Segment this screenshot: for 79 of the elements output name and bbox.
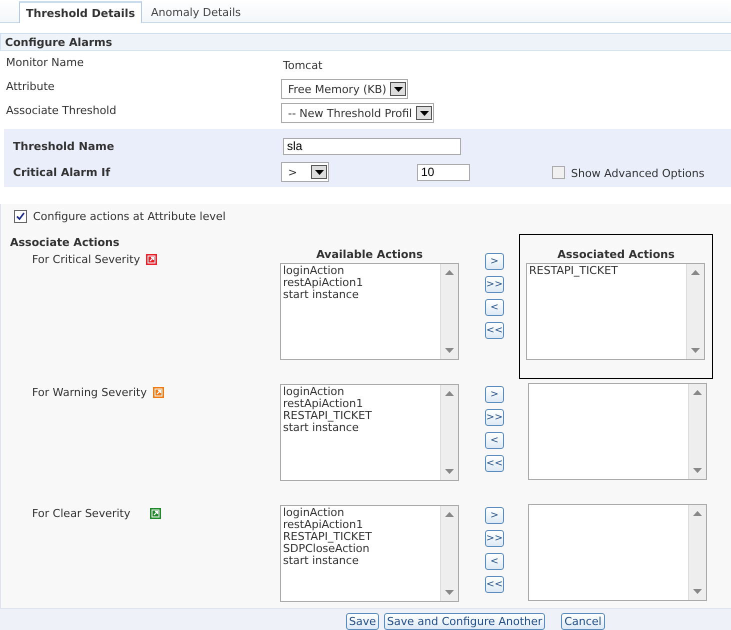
severity-label: For Warning Severity — [32, 386, 147, 399]
scrollbar[interactable] — [440, 506, 458, 601]
move-button[interactable]: << — [485, 576, 504, 593]
move-button[interactable]: > — [485, 507, 504, 524]
field-label: Critical Alarm If — [13, 166, 112, 178]
field-label: Threshold Name — [13, 140, 116, 152]
column-heading: Available Actions — [315, 249, 424, 261]
list-option[interactable]: loginAction — [283, 386, 438, 398]
list-option[interactable]: RESTAPI_TICKET — [529, 265, 684, 277]
associated-actions-list[interactable]: RESTAPI_TICKET — [526, 263, 705, 360]
list-option[interactable]: start instance — [283, 289, 438, 301]
severity-label: For Critical Severity — [32, 253, 140, 266]
tab[interactable]: Threshold Details — [19, 1, 142, 23]
available-actions-list[interactable]: loginAction restApiAction1 RESTAPI_TICKET start instance — [280, 384, 459, 481]
scroll-down-icon[interactable] — [445, 469, 454, 474]
dropdown[interactable]: > — [281, 162, 329, 182]
scroll-up-icon[interactable] — [445, 391, 454, 396]
checkbox-label: Configure actions at Attribute level — [33, 210, 226, 223]
list-option[interactable]: restApiAction1 — [283, 519, 438, 531]
available-actions-list[interactable]: loginAction restApiAction1 RESTAPI_TICKET SDPCloseAction start instance — [280, 505, 459, 602]
list-option[interactable]: restApiAction1 — [283, 277, 438, 289]
field-label: Monitor Name — [6, 55, 85, 69]
move-button[interactable]: >> — [485, 409, 504, 426]
checkbox[interactable] — [552, 166, 565, 178]
move-button[interactable]: > — [485, 253, 504, 270]
form-button[interactable]: Save and Configure Another — [384, 612, 546, 630]
move-button[interactable]: > — [485, 386, 504, 403]
dropdown[interactable]: -- New Threshold Profil — [281, 103, 434, 123]
scroll-up-icon[interactable] — [445, 512, 454, 517]
scrollbar[interactable] — [440, 264, 458, 359]
scroll-up-icon[interactable] — [445, 270, 454, 275]
move-button[interactable]: < — [485, 299, 504, 316]
link-arrow-icon[interactable] — [150, 508, 162, 519]
move-button[interactable]: < — [485, 432, 504, 449]
scroll-up-icon[interactable] — [693, 390, 702, 395]
form-button[interactable]: Save — [346, 612, 380, 630]
list-option[interactable]: loginAction — [283, 265, 438, 277]
severity-label: For Clear Severity — [32, 507, 130, 520]
scroll-down-icon[interactable] — [445, 590, 454, 595]
scroll-down-icon[interactable] — [445, 348, 454, 353]
form-button[interactable]: Cancel — [561, 612, 605, 630]
scrollbar[interactable] — [688, 384, 706, 479]
link-arrow-icon[interactable] — [152, 387, 164, 398]
list-option[interactable]: SDPCloseAction — [283, 543, 438, 555]
scrollbar[interactable] — [440, 385, 458, 480]
move-button[interactable]: < — [485, 553, 504, 570]
list-option[interactable]: start instance — [283, 422, 438, 434]
move-button[interactable]: << — [485, 322, 504, 339]
associated-actions-list[interactable] — [528, 504, 707, 601]
scroll-down-icon[interactable] — [691, 348, 700, 353]
move-button[interactable]: << — [485, 455, 504, 472]
scroll-up-icon[interactable] — [693, 511, 702, 516]
field-label: Associate Threshold — [6, 103, 118, 117]
list-option[interactable]: loginAction — [283, 507, 438, 519]
tab[interactable]: Anomaly Details — [144, 1, 248, 22]
list-option[interactable]: start instance — [283, 555, 438, 567]
input-field[interactable]: 10 — [417, 164, 470, 180]
list-option[interactable]: RESTAPI_TICKET — [283, 531, 438, 543]
link-arrow-icon[interactable] — [146, 254, 158, 265]
associated-actions-list[interactable] — [528, 383, 707, 480]
list-option[interactable]: RESTAPI_TICKET — [283, 410, 438, 422]
scroll-up-icon[interactable] — [691, 270, 700, 275]
available-actions-list[interactable]: loginAction restApiAction1 start instance — [280, 263, 459, 360]
list-option[interactable]: restApiAction1 — [283, 398, 438, 410]
move-button[interactable]: >> — [485, 530, 504, 547]
checkbox-label: Show Advanced Options — [571, 167, 704, 180]
move-button[interactable]: >> — [485, 276, 504, 293]
scroll-down-icon[interactable] — [693, 468, 702, 473]
field-value: Tomcat — [282, 58, 322, 72]
scrollbar[interactable] — [688, 505, 706, 600]
scrollbar[interactable] — [686, 264, 704, 359]
column-heading: Associated Actions — [556, 249, 676, 261]
section-title: Associate Actions — [10, 236, 120, 249]
scroll-down-icon[interactable] — [693, 589, 702, 594]
input-field[interactable]: sla — [283, 138, 461, 154]
section-header: Configure Alarms — [0, 33, 731, 51]
field-label: Attribute — [6, 79, 56, 93]
dropdown[interactable]: Free Memory (KB) — [281, 79, 408, 99]
checkbox[interactable] — [14, 210, 27, 223]
